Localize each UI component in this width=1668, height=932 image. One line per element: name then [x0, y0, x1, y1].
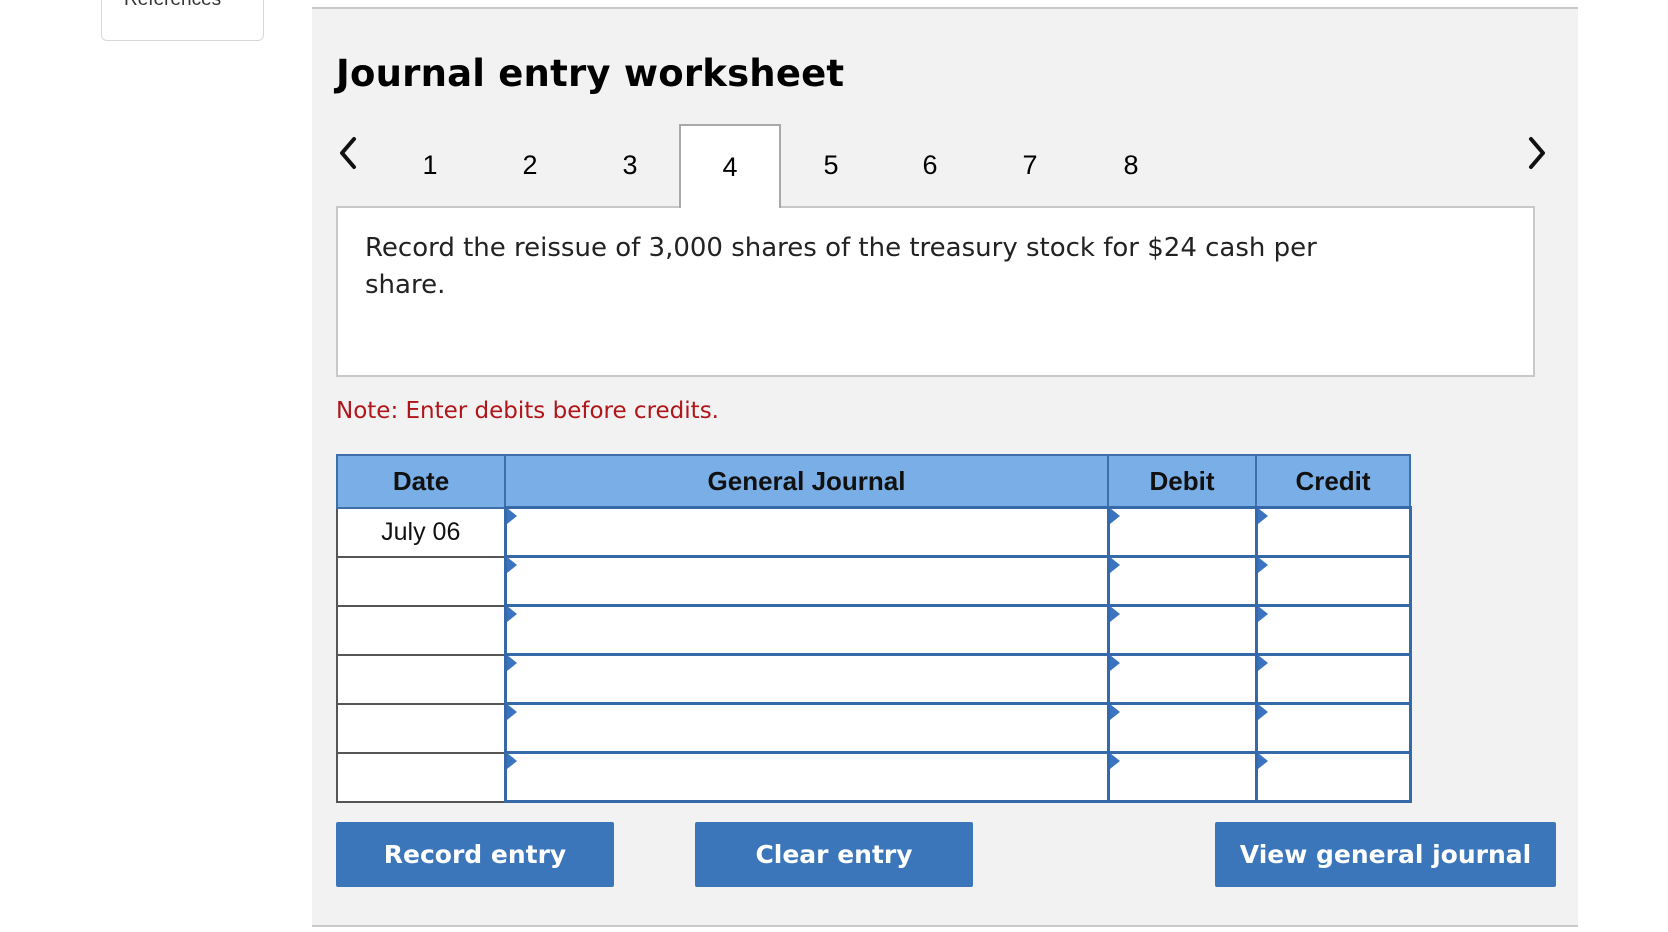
credit-input[interactable]: [1254, 506, 1412, 558]
credit-input[interactable]: [1254, 751, 1412, 803]
dropdown-marker-icon: [1109, 557, 1120, 573]
credit-input[interactable]: [1254, 604, 1412, 656]
dropdown-marker-icon: [1257, 704, 1268, 720]
dropdown-marker-icon: [1257, 508, 1268, 524]
worksheet-title: Journal entry worksheet: [336, 52, 845, 95]
dropdown-marker-icon: [1109, 655, 1120, 671]
transaction-description-box: Record the reissue of 3,000 shares of th…: [336, 206, 1535, 377]
references-tab-label: References: [124, 0, 221, 11]
table-row: [336, 653, 1412, 705]
debit-input[interactable]: [1106, 702, 1258, 754]
tab-8[interactable]: 8: [1080, 124, 1182, 206]
header-date: Date: [336, 454, 506, 509]
dropdown-marker-icon: [1257, 606, 1268, 622]
entry-note: Note: Enter debits before credits.: [336, 398, 719, 424]
date-cell: [336, 702, 506, 754]
table-row: [336, 555, 1412, 607]
dropdown-marker-icon: [1257, 753, 1268, 769]
dropdown-marker-icon: [1257, 557, 1268, 573]
debit-input[interactable]: [1106, 751, 1258, 803]
credit-input[interactable]: [1254, 653, 1412, 705]
date-cell: July 06: [336, 506, 506, 558]
transaction-description: Record the reissue of 3,000 shares of th…: [365, 233, 1317, 300]
account-input[interactable]: [503, 604, 1110, 656]
debit-input[interactable]: [1106, 506, 1258, 558]
tab-1[interactable]: 1: [379, 124, 481, 206]
dropdown-marker-icon: [506, 753, 517, 769]
journal-entry-table: Date General Journal Debit Credit July 0…: [336, 454, 1412, 803]
dropdown-marker-icon: [506, 606, 517, 622]
header-credit: Credit: [1255, 454, 1411, 509]
record-entry-button[interactable]: Record entry: [336, 822, 614, 887]
account-input[interactable]: [503, 653, 1110, 705]
dropdown-marker-icon: [1257, 655, 1268, 671]
dropdown-marker-icon: [1109, 753, 1120, 769]
account-input[interactable]: [503, 751, 1110, 803]
date-cell: [336, 653, 506, 705]
debit-input[interactable]: [1106, 555, 1258, 607]
tab-7[interactable]: 7: [979, 124, 1081, 206]
tab-6[interactable]: 6: [879, 124, 981, 206]
tab-2[interactable]: 2: [479, 124, 581, 206]
dropdown-marker-icon: [506, 557, 517, 573]
table-row: July 06: [336, 506, 1412, 558]
next-arrow-icon[interactable]: [1521, 133, 1551, 173]
date-cell: [336, 751, 506, 803]
date-cell: [336, 555, 506, 607]
view-general-journal-button[interactable]: View general journal: [1215, 822, 1556, 887]
worksheet-panel: Journal entry worksheet 1 2 3 4 5 6 7 8 …: [312, 7, 1578, 927]
dropdown-marker-icon: [1109, 508, 1120, 524]
debit-input[interactable]: [1106, 653, 1258, 705]
dropdown-marker-icon: [1109, 606, 1120, 622]
account-input[interactable]: [503, 506, 1110, 558]
tab-3[interactable]: 3: [579, 124, 681, 206]
date-cell: [336, 604, 506, 656]
account-input[interactable]: [503, 702, 1110, 754]
dropdown-marker-icon: [506, 655, 517, 671]
debit-input[interactable]: [1106, 604, 1258, 656]
header-general-journal: General Journal: [504, 454, 1109, 509]
table-row: [336, 702, 1412, 754]
tab-4-active[interactable]: 4: [679, 124, 781, 208]
header-debit: Debit: [1107, 454, 1257, 509]
tab-5[interactable]: 5: [780, 124, 882, 206]
references-tab[interactable]: References: [101, 0, 264, 41]
previous-arrow-icon[interactable]: [334, 133, 364, 173]
table-row: [336, 751, 1412, 803]
credit-input[interactable]: [1254, 555, 1412, 607]
dropdown-marker-icon: [506, 508, 517, 524]
account-input[interactable]: [503, 555, 1110, 607]
table-row: [336, 604, 1412, 656]
clear-entry-button[interactable]: Clear entry: [695, 822, 973, 887]
credit-input[interactable]: [1254, 702, 1412, 754]
dropdown-marker-icon: [1109, 704, 1120, 720]
table-header-row: Date General Journal Debit Credit: [336, 454, 1411, 509]
dropdown-marker-icon: [506, 704, 517, 720]
